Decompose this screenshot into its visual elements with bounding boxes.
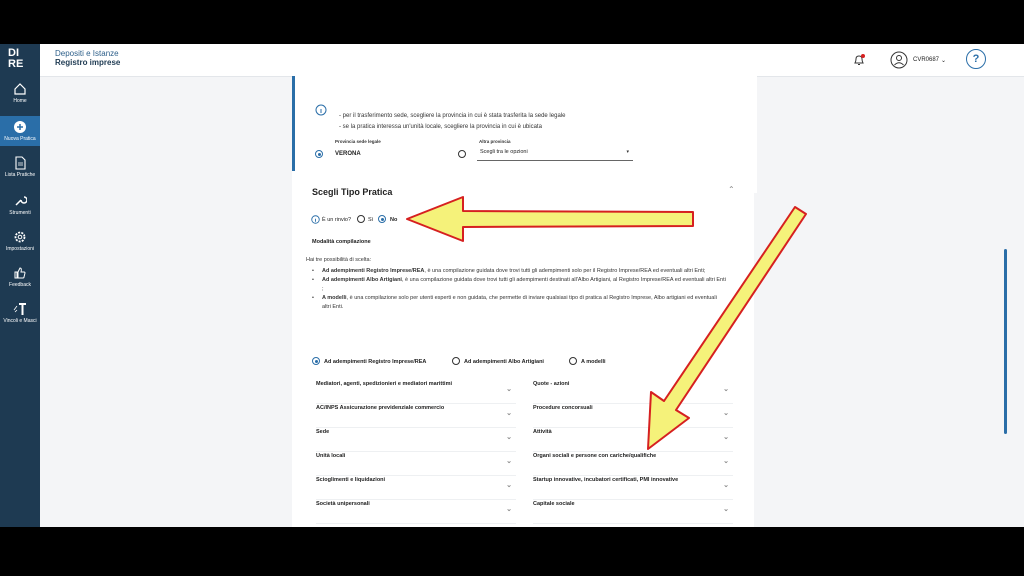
letterbox-bottom — [0, 527, 1024, 576]
letterbox-top — [0, 0, 1024, 44]
app-window: DI RE Home Nuova Pratica Lista Pratiche … — [0, 44, 1024, 527]
annotation-overlay — [406, 196, 807, 450]
annotation-arrow-down — [647, 206, 807, 450]
annotation-arrow-left — [406, 196, 694, 242]
